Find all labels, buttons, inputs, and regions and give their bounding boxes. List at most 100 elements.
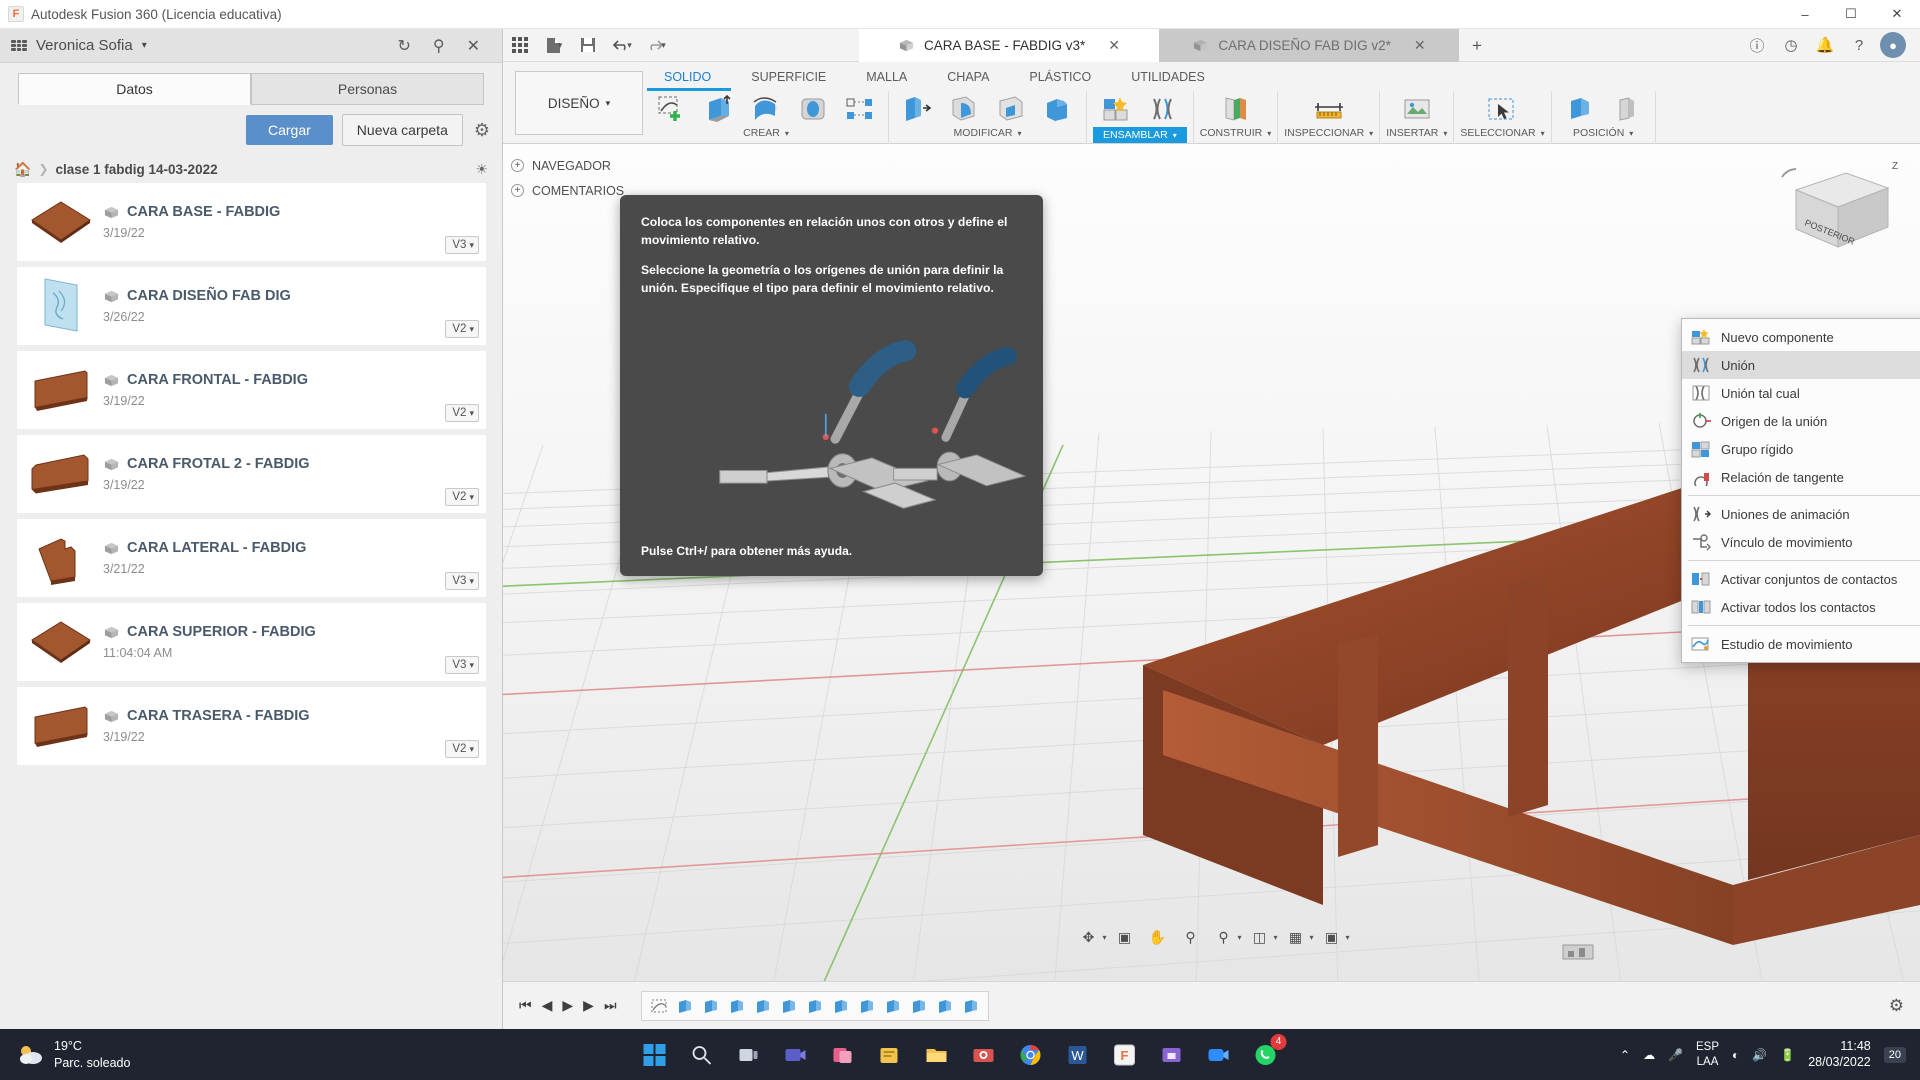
taskbar-zoom-app[interactable] <box>1199 1035 1239 1075</box>
ribbon-tool-icon[interactable] <box>1141 91 1185 127</box>
ribbon-tool-icon[interactable] <box>1214 91 1258 127</box>
timeline-feature[interactable] <box>751 995 775 1017</box>
pan-icon[interactable]: ✋ <box>1142 923 1172 951</box>
ribbon-tool-icon[interactable] <box>1094 91 1138 127</box>
chevron-down-icon[interactable]: ▾ <box>1273 933 1277 942</box>
menu-item-rigid-group[interactable]: Grupo rígido <box>1682 435 1920 463</box>
user-name[interactable]: Veronica Sofia <box>36 37 133 54</box>
refresh-icon[interactable]: ↻ <box>397 36 410 56</box>
ribbon-tool-icon[interactable] <box>942 91 986 127</box>
view-cube[interactable]: Z POSTERIOR <box>1776 155 1906 265</box>
chevron-down-icon[interactable]: ▾ <box>1237 933 1241 942</box>
version-badge[interactable]: V2 ▾ <box>445 488 479 506</box>
globe-icon[interactable]: ☀ <box>475 161 488 178</box>
zoom-icon[interactable]: ⚲ <box>1175 923 1205 951</box>
new-folder-button[interactable]: Nueva carpeta <box>341 114 463 146</box>
breadcrumb-folder[interactable]: clase 1 fabdig 14-03-2022 <box>56 162 218 177</box>
taskbar-search[interactable] <box>682 1035 722 1075</box>
file-list-item[interactable]: CARA SUPERIOR - FABDIG 11:04:04 AM V3 ▾ <box>16 603 486 681</box>
menu-item-motion-study[interactable]: Estudio de movimiento <box>1682 630 1920 658</box>
version-badge[interactable]: V2 ▾ <box>445 404 479 422</box>
orbit-icon[interactable]: ✥ <box>1073 923 1103 951</box>
gear-icon[interactable]: ⚙ <box>474 120 490 141</box>
redo-icon[interactable]: ▾ <box>639 29 673 62</box>
chevron-up-icon[interactable]: ⌃ <box>1620 1048 1630 1062</box>
menu-item-new-component[interactable]: Nuevo componente <box>1682 323 1920 351</box>
step-back-icon[interactable]: ◀ <box>542 997 553 1014</box>
help-question-icon[interactable]: ⓘ <box>1742 30 1772 60</box>
taskbar-fusion360[interactable]: F <box>1105 1035 1145 1075</box>
close-icon[interactable]: ✕ <box>1414 37 1426 54</box>
ribbon-tab-malla[interactable]: MALLA <box>846 66 927 88</box>
taskbar-task-view[interactable] <box>729 1035 769 1075</box>
document-tab-active[interactable]: CARA BASE - FABDIG v3* ✕ <box>859 29 1159 62</box>
taskbar-whatsapp[interactable]: 4 <box>1246 1033 1287 1075</box>
version-badge[interactable]: V3 ▾ <box>445 572 479 590</box>
ribbon-tool-icon[interactable] <box>1480 91 1524 127</box>
ribbon-group-label[interactable]: MODIFICAR ▾ <box>954 127 1022 139</box>
version-badge[interactable]: V2 ▾ <box>445 320 479 338</box>
timeline-feature[interactable] <box>855 995 879 1017</box>
ribbon-tool-icon[interactable] <box>1036 91 1080 127</box>
browser-item[interactable]: + NAVEGADOR <box>511 153 691 178</box>
menu-item-as-built-joint[interactable]: Unión tal cual Mayúsculas+J <box>1682 379 1920 407</box>
ribbon-group-label[interactable]: POSICIÓN ▾ <box>1573 127 1633 139</box>
ribbon-tool-icon[interactable] <box>1605 91 1649 127</box>
ribbon-tool-icon[interactable] <box>1558 91 1602 127</box>
tab-personas[interactable]: Personas <box>251 73 484 105</box>
ribbon-tab-plstico[interactable]: PLÁSTICO <box>1009 66 1111 88</box>
display-settings-icon[interactable]: ◫ <box>1244 923 1274 951</box>
chevron-down-icon[interactable]: ▾ <box>1102 933 1106 942</box>
menu-item-joint-origin[interactable]: Origen de la unión <box>1682 407 1920 435</box>
chevron-down-icon[interactable]: ▾ <box>627 40 632 51</box>
workspace-selector[interactable]: DISEÑO ▾ <box>515 71 643 135</box>
ribbon-tab-utilidades[interactable]: UTILIDADES <box>1111 66 1225 88</box>
menu-item-joint[interactable]: Unión J ⋮ <box>1682 351 1920 379</box>
ribbon-group-label[interactable]: INSPECCIONAR ▾ <box>1284 127 1373 139</box>
chevron-down-icon[interactable]: ▾ <box>661 40 666 51</box>
maximize-button[interactable]: ☐ <box>1828 0 1874 29</box>
timeline-feature[interactable] <box>881 995 905 1017</box>
timeline-feature[interactable] <box>803 995 827 1017</box>
close-icon[interactable]: ✕ <box>467 36 480 56</box>
go-to-end-icon[interactable]: ⏭ <box>604 997 617 1014</box>
ribbon-tool-icon[interactable] <box>744 91 788 127</box>
ribbon-tab-superficie[interactable]: SUPERFICIE <box>731 66 846 88</box>
taskbar-word[interactable]: W <box>1058 1035 1098 1075</box>
ribbon-tab-solido[interactable]: SOLIDO <box>644 66 731 88</box>
onedrive-icon[interactable]: ☁ <box>1643 1048 1655 1062</box>
taskbar-file-explorer[interactable] <box>917 1035 957 1075</box>
file-list-item[interactable]: CARA DISEÑO FAB DIG 3/26/22 V2 ▾ <box>16 267 486 345</box>
ribbon-tool-icon[interactable] <box>895 91 939 127</box>
taskbar-chrome[interactable] <box>1011 1035 1051 1075</box>
notifications-bell-icon[interactable]: 🔔 <box>1810 30 1840 60</box>
file-list-item[interactable]: CARA TRASERA - FABDIG 3/19/22 V2 ▾ <box>16 687 486 765</box>
version-badge[interactable]: V2 ▾ <box>445 740 479 758</box>
ribbon-tool-icon[interactable] <box>1307 91 1351 127</box>
chevron-down-icon[interactable]: ▾ <box>1310 933 1314 942</box>
go-to-start-icon[interactable]: ⏮ <box>519 997 532 1014</box>
gear-icon[interactable]: ⚙ <box>1889 996 1920 1016</box>
ribbon-group-label[interactable]: CONSTRUIR ▾ <box>1200 127 1271 139</box>
avatar[interactable]: ● <box>1878 30 1908 60</box>
fit-icon[interactable]: ▣ <box>1109 923 1139 951</box>
menu-item-enable-all-contacts[interactable]: Activar todos los contactos <box>1682 593 1920 621</box>
tab-datos[interactable]: Datos <box>18 73 251 105</box>
document-tab-inactive[interactable]: CARA DISEÑO FAB DIG v2* ✕ <box>1159 29 1459 62</box>
microphone-icon[interactable]: 🎤 <box>1668 1048 1683 1062</box>
taskbar-clock[interactable]: 11:48 28/03/2022 <box>1808 1039 1871 1070</box>
ribbon-tool-icon[interactable] <box>791 91 835 127</box>
timeline-feature[interactable] <box>933 995 957 1017</box>
undo-icon[interactable]: ▾ <box>605 29 639 62</box>
play-icon[interactable]: ▶ <box>562 997 573 1014</box>
timeline-feature[interactable] <box>777 995 801 1017</box>
close-icon[interactable]: ✕ <box>1108 37 1120 54</box>
timeline-feature[interactable] <box>699 995 723 1017</box>
version-badge[interactable]: V3 ▾ <box>445 656 479 674</box>
file-list-item[interactable]: CARA LATERAL - FABDIG 3/21/22 V3 ▾ <box>16 519 486 597</box>
menu-item-tangent-relation[interactable]: Relación de tangente <box>1682 463 1920 491</box>
battery-icon[interactable]: 🔋 <box>1780 1048 1795 1062</box>
ribbon-group-label[interactable]: ENSAMBLAR ▾ <box>1093 127 1187 143</box>
ribbon-tool-icon[interactable] <box>650 91 694 127</box>
search-icon[interactable]: ⚲ <box>433 36 445 56</box>
